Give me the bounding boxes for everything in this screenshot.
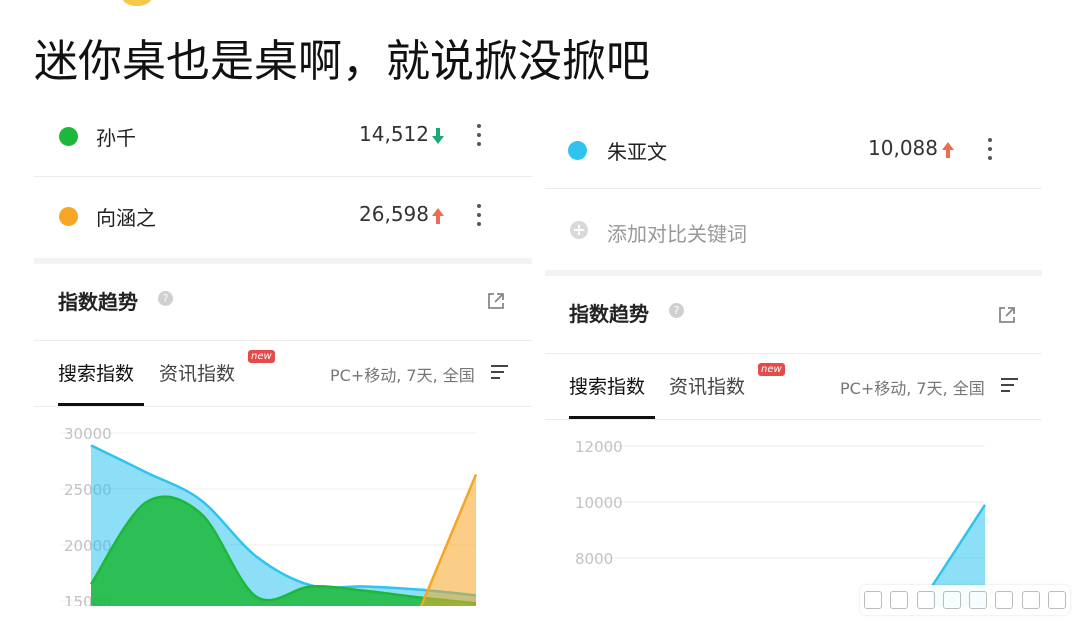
- filter-icon[interactable]: [491, 365, 508, 379]
- keyword-name: 向涵之: [96, 206, 156, 230]
- section-divider: [545, 270, 1042, 276]
- keyword-row-1[interactable]: 孙千 14,512: [34, 106, 532, 166]
- section-title: 指数趋势: [569, 302, 649, 326]
- keyword-value: 10,088: [868, 136, 938, 160]
- share-icon[interactable]: [486, 291, 506, 311]
- divider: [545, 188, 1042, 189]
- keyword-value: 14,512: [359, 122, 429, 146]
- arrow-up-icon: [942, 142, 954, 158]
- series-color-dot: [568, 141, 587, 160]
- y-tick-label: 30000: [64, 425, 112, 443]
- share-icon[interactable]: [997, 305, 1017, 325]
- keyword-name: 朱亚文: [607, 140, 667, 164]
- more-options-icon[interactable]: [476, 204, 482, 226]
- keyword-row-3[interactable]: 朱亚文 10,088: [545, 120, 1042, 180]
- toolbar-icon[interactable]: [890, 591, 909, 609]
- y-tick-label: 10000: [575, 494, 623, 512]
- series-color-dot: [59, 127, 78, 146]
- search-index-chart-left: 30000250002000015000: [61, 425, 478, 606]
- left-index-panel: 孙千 14,512 向涵之 26,598 指数趋势 ? 搜索指数 资讯指数 ne…: [34, 106, 532, 606]
- section-title: 指数趋势: [58, 290, 138, 314]
- toolbar-icon[interactable]: [864, 591, 883, 609]
- arrow-down-icon: [432, 128, 444, 144]
- tab-news-index[interactable]: 资讯指数: [669, 372, 745, 399]
- more-options-icon[interactable]: [987, 138, 993, 160]
- toolbar-icon[interactable]: [969, 591, 988, 609]
- more-options-icon[interactable]: [476, 124, 482, 146]
- help-icon[interactable]: ?: [669, 303, 684, 318]
- toolbar-icon[interactable]: [916, 591, 935, 609]
- toolbar-icon[interactable]: [942, 591, 961, 609]
- keyword-row-2[interactable]: 向涵之 26,598: [34, 186, 532, 246]
- tab-search-index[interactable]: 搜索指数: [58, 359, 134, 386]
- toolbar-icon[interactable]: [1021, 591, 1040, 609]
- keyword-name: 孙千: [96, 126, 136, 150]
- arrow-up-icon: [432, 208, 444, 224]
- keyword-value: 26,598: [359, 202, 429, 226]
- help-icon[interactable]: ?: [158, 291, 173, 306]
- post-caption: 迷你桌也是桌啊，就说掀没掀吧: [34, 36, 650, 87]
- series-color-dot: [59, 207, 78, 226]
- toolbar-icon[interactable]: [1047, 591, 1066, 609]
- divider: [34, 340, 532, 341]
- add-icon: +: [570, 221, 588, 239]
- filter-summary[interactable]: PC+移动, 7天, 全国: [330, 362, 475, 386]
- divider: [545, 353, 1042, 354]
- add-compare-keyword[interactable]: + 添加对比关键词: [545, 198, 1042, 258]
- search-index-chart-right: 120001000080006000: [575, 438, 987, 606]
- new-badge: new: [758, 363, 785, 376]
- image-viewer-toolbar[interactable]: [860, 585, 1070, 615]
- y-tick-label: 8000: [575, 550, 613, 568]
- filter-summary[interactable]: PC+移动, 7天, 全国: [840, 375, 985, 399]
- toolbar-icon[interactable]: [995, 591, 1014, 609]
- tab-news-index[interactable]: 资讯指数: [159, 359, 235, 386]
- new-badge: new: [248, 350, 275, 363]
- filter-icon[interactable]: [1001, 378, 1018, 392]
- tab-search-index[interactable]: 搜索指数: [569, 372, 645, 399]
- emoji-fragment: [122, 0, 152, 6]
- y-tick-label: 12000: [575, 438, 623, 456]
- right-index-panel: 朱亚文 10,088 + 添加对比关键词 指数趋势 ? 搜索指数 资讯指数 ne…: [545, 106, 1042, 606]
- add-keyword-label: 添加对比关键词: [607, 222, 747, 246]
- divider: [34, 176, 532, 177]
- section-divider: [34, 258, 532, 264]
